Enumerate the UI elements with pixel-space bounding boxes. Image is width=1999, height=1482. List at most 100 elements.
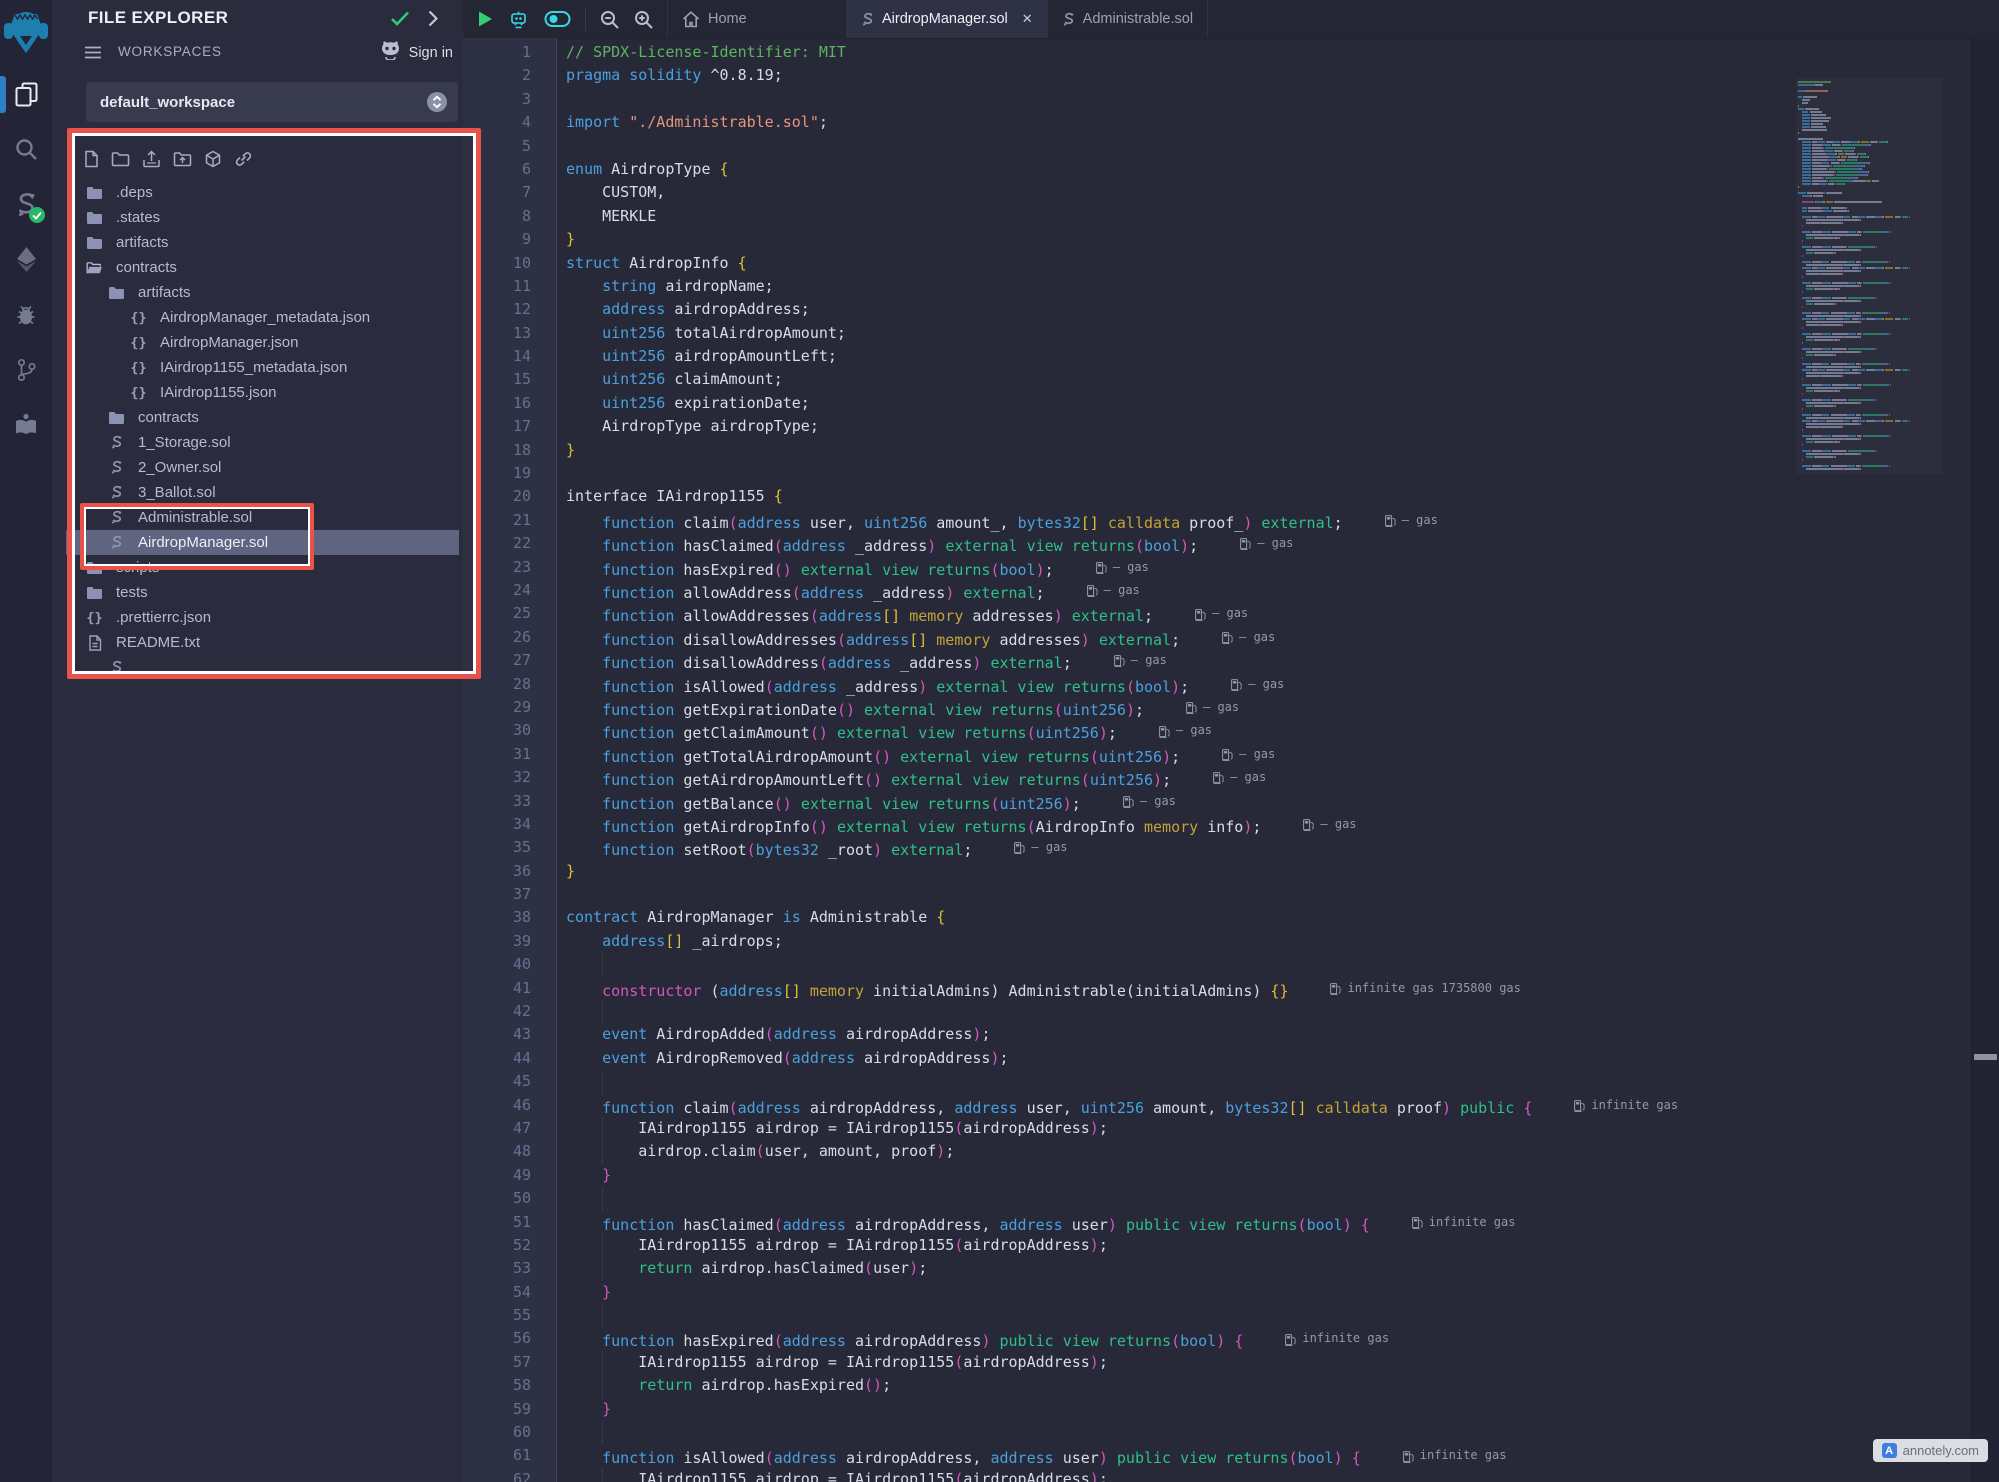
code-line[interactable]: contract AirdropManager is Administrable… [558,906,1972,929]
upload-file-icon[interactable] [142,150,161,168]
code-line[interactable]: IAirdrop1155 airdrop = IAirdrop1155(aird… [558,1468,1972,1482]
tree-item-airdropmanager-metadata-json[interactable]: {}AirdropManager_metadata.json [66,305,459,330]
zoom-in-icon[interactable] [634,10,653,29]
tree-item--prettierrc-json[interactable]: {}.prettierrc.json [66,605,459,630]
new-folder-icon[interactable] [111,151,130,167]
code-line[interactable]: function getClaimAmount() external view … [558,719,1972,742]
code-line[interactable] [558,462,1972,485]
tree-item--deps[interactable]: .deps [66,180,459,205]
git-icon[interactable] [0,342,52,397]
deploy-run-icon[interactable] [0,232,52,287]
code-line[interactable]: uint256 expirationDate; [558,392,1972,415]
tab-administrable-sol[interactable]: Administrable.sol [1048,0,1208,38]
code-line[interactable]: } [558,1281,1972,1304]
code-line[interactable]: event AirdropRemoved(address airdropAddr… [558,1047,1972,1070]
tree-item-artifacts[interactable]: artifacts [66,230,459,255]
code-line[interactable]: function getBalance() external view retu… [558,790,1972,813]
tree-item-contracts[interactable]: contracts [66,405,459,430]
code-line[interactable]: uint256 airdropAmountLeft; [558,345,1972,368]
code-line[interactable]: function getAirdropInfo() external view … [558,813,1972,836]
sign-in-button[interactable]: Sign in [379,41,453,64]
learneth-icon[interactable] [0,397,52,452]
tree-item-iairdrop1155-metadata-json[interactable]: {}IAirdrop1155_metadata.json [66,355,459,380]
code-line[interactable]: return airdrop.hasClaimed(user); [558,1257,1972,1280]
workspace-selector[interactable]: default_workspace [86,82,458,122]
code-line[interactable] [558,1304,1972,1327]
new-file-icon[interactable] [84,150,99,168]
tree-item-administrable-sol[interactable]: Administrable.sol [66,505,459,530]
tree-item-tests[interactable]: tests [66,580,459,605]
tree-item-iairdrop1155-json[interactable]: {}IAirdrop1155.json [66,380,459,405]
link-icon[interactable] [234,150,253,168]
code-lines[interactable]: // SPDX-License-Identifier: MITpragma so… [558,38,1972,1482]
tree-item-airdropmanager-sol[interactable]: AirdropManager.sol [66,530,459,555]
workspace-updown-icon[interactable] [426,91,448,118]
code-line[interactable]: return airdrop.hasExpired(); [558,1374,1972,1397]
code-line[interactable]: string airdropName; [558,275,1972,298]
upload-folder-icon[interactable] [173,151,192,167]
code-line[interactable] [558,883,1972,906]
code-line[interactable]: function hasExpired() external view retu… [558,556,1972,579]
minimap[interactable] [1796,78,1942,474]
code-line[interactable]: MERKLE [558,205,1972,228]
toggle-icon[interactable] [544,10,571,28]
code-line[interactable] [558,135,1972,158]
code-line[interactable]: function claim(address airdropAddress, a… [558,1094,1972,1117]
tree-item-cut-off[interactable] [66,655,459,680]
code-line[interactable]: import "./Administrable.sol"; [558,111,1972,134]
file-explorer-icon[interactable] [0,67,52,122]
cube-icon[interactable] [204,150,222,168]
code-line[interactable]: CUSTOM, [558,181,1972,204]
code-line[interactable]: IAirdrop1155 airdrop = IAirdrop1155(aird… [558,1117,1972,1140]
code-line[interactable]: function hasClaimed(address airdropAddre… [558,1211,1972,1234]
tree-item-2-owner-sol[interactable]: 2_Owner.sol [66,455,459,480]
close-tab-icon[interactable]: ✕ [1022,11,1033,27]
code-line[interactable]: function hasExpired(address airdropAddre… [558,1327,1972,1350]
debugger-icon[interactable] [0,287,52,342]
tab-airdropmanager-sol[interactable]: AirdropManager.sol✕ [847,0,1048,38]
code-line[interactable]: function isAllowed(address _address) ext… [558,673,1972,696]
code-line[interactable]: } [558,439,1972,462]
code-line[interactable] [558,88,1972,111]
chevron-right-icon[interactable] [427,9,439,33]
code-line[interactable]: airdrop.claim(user, amount, proof); [558,1140,1972,1163]
code-line[interactable]: address airdropAddress; [558,298,1972,321]
code-line[interactable]: function setRoot(bytes32 _root) external… [558,836,1972,859]
search-icon[interactable] [0,122,52,177]
code-line[interactable]: function hasClaimed(address _address) ex… [558,532,1972,555]
code-line[interactable]: function getTotalAirdropAmount() externa… [558,743,1972,766]
code-line[interactable]: function allowAddress(address _address) … [558,579,1972,602]
code-line[interactable]: } [558,1398,1972,1421]
code-line[interactable]: } [558,1164,1972,1187]
code-line[interactable]: enum AirdropType { [558,158,1972,181]
tree-item-3-ballot-sol[interactable]: 3_Ballot.sol [66,480,459,505]
code-line[interactable]: interface IAirdrop1155 { [558,485,1972,508]
code-line[interactable]: event AirdropAdded(address airdropAddres… [558,1023,1972,1046]
code-line[interactable]: // SPDX-License-Identifier: MIT [558,41,1972,64]
code-line[interactable]: function getExpirationDate() external vi… [558,696,1972,719]
code-line[interactable]: IAirdrop1155 airdrop = IAirdrop1155(aird… [558,1234,1972,1257]
code-line[interactable]: struct AirdropInfo { [558,252,1972,275]
tab-home[interactable]: Home [667,0,847,38]
code-line[interactable]: IAirdrop1155 airdrop = IAirdrop1155(aird… [558,1351,1972,1374]
code-line[interactable]: function disallowAddresses(address[] mem… [558,626,1972,649]
scrollbar-mark[interactable] [1974,1054,1997,1060]
code-line[interactable] [558,953,1972,976]
code-line[interactable] [558,1421,1972,1444]
play-icon[interactable] [477,10,493,28]
code-line[interactable] [558,1000,1972,1023]
tree-item-readme-txt[interactable]: README.txt [66,630,459,655]
code-line[interactable]: function disallowAddress(address _addres… [558,649,1972,672]
ai-robot-icon[interactable] [508,9,529,30]
code-line[interactable]: pragma solidity ^0.8.19; [558,64,1972,87]
code-line[interactable]: function isAllowed(address airdropAddres… [558,1444,1972,1467]
code-line[interactable]: uint256 totalAirdropAmount; [558,322,1972,345]
code-line[interactable]: constructor (address[] memory initialAdm… [558,977,1972,1000]
code-line[interactable]: function getAirdropAmountLeft() external… [558,766,1972,789]
code-line[interactable]: AirdropType airdropType; [558,415,1972,438]
code-line[interactable]: uint256 claimAmount; [558,368,1972,391]
tree-item-scripts[interactable]: scripts [66,555,459,580]
code-line[interactable]: function claim(address user, uint256 amo… [558,509,1972,532]
code-line[interactable]: } [558,860,1972,883]
tree-item-airdropmanager-json[interactable]: {}AirdropManager.json [66,330,459,355]
